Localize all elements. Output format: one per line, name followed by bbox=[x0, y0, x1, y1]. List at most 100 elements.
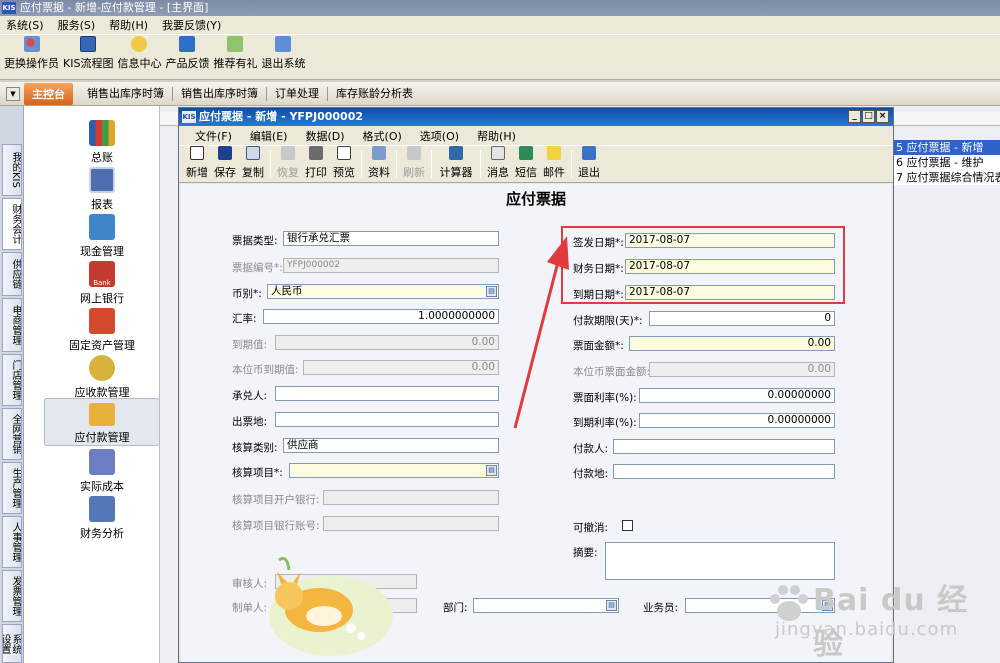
account-bank-label: 核算项目开户银行: bbox=[232, 494, 320, 506]
menu-file[interactable]: 文件(F) bbox=[195, 128, 232, 144]
minimize-button[interactable]: _ bbox=[848, 110, 861, 123]
change-operator-button[interactable]: 更换操作员 bbox=[4, 35, 59, 79]
payer-label: 付款人: bbox=[573, 443, 609, 455]
maximize-button[interactable]: □ bbox=[862, 110, 875, 123]
tab-supply-chain[interactable]: 供应链 bbox=[2, 252, 22, 296]
payer-field[interactable] bbox=[613, 439, 835, 454]
menu-options[interactable]: 选项(O) bbox=[420, 128, 459, 144]
close-button[interactable]: × bbox=[876, 110, 889, 123]
account-category-field[interactable]: 供应商 bbox=[283, 438, 499, 453]
menu-help[interactable]: 帮助(H) bbox=[109, 17, 148, 33]
module-online-bank[interactable]: Bank 网上银行 bbox=[44, 261, 160, 306]
nav-link-order-processing[interactable]: 订单处理 bbox=[267, 86, 328, 101]
menu-data[interactable]: 数据(D) bbox=[305, 128, 344, 144]
toolbar-separator bbox=[270, 150, 271, 178]
referral-gift-button[interactable]: 推荐有礼 bbox=[213, 35, 257, 79]
print-button[interactable]: 打印 bbox=[302, 146, 330, 182]
users-icon bbox=[23, 36, 40, 52]
toolbar-separator bbox=[396, 150, 397, 178]
tab-hr[interactable]: 人事管理 bbox=[2, 516, 22, 568]
exit-button[interactable]: 退出 bbox=[575, 146, 603, 182]
chevron-down-icon[interactable]: ▼ bbox=[6, 86, 20, 101]
tab-production[interactable]: 生产管理 bbox=[2, 462, 22, 514]
tab-ecommerce[interactable]: 电商管理 bbox=[2, 298, 22, 352]
bank-icon: Bank bbox=[89, 261, 115, 287]
new-button[interactable]: 新增 bbox=[183, 146, 211, 182]
face-rate-field[interactable]: 0.00000000 bbox=[639, 388, 835, 403]
lookup-icon[interactable]: ▤ bbox=[486, 286, 497, 297]
menu-help[interactable]: 帮助(H) bbox=[477, 128, 516, 144]
face-rate-label: 票面利率(%): bbox=[573, 392, 637, 404]
calculator-button[interactable]: 计算器 bbox=[435, 146, 477, 182]
product-feedback-button[interactable]: 产品反馈 bbox=[165, 35, 209, 79]
home-tab[interactable]: 主控台 bbox=[24, 82, 73, 105]
nav-link-sales-outbound-2[interactable]: 销售出库序时簿 bbox=[173, 86, 267, 101]
module-general-ledger[interactable]: 总账 bbox=[44, 120, 160, 165]
info-center-button[interactable]: 信息中心 bbox=[117, 35, 161, 79]
module-financial-analysis[interactable]: 财务分析 bbox=[44, 496, 160, 541]
issue-place-field[interactable] bbox=[275, 412, 499, 427]
module-payables[interactable]: 应付款管理 bbox=[44, 398, 160, 446]
menu-service[interactable]: 服务(S) bbox=[58, 17, 96, 33]
pay-place-field[interactable] bbox=[613, 464, 835, 479]
menu-edit[interactable]: 编辑(E) bbox=[250, 128, 288, 144]
exit-icon bbox=[582, 146, 596, 160]
bill-menu-bar: 文件(F) 编辑(E) 数据(D) 格式(O) 选项(O) 帮助(H) bbox=[179, 127, 893, 145]
list-item[interactable]: 6 应付票据 - 维护 bbox=[894, 155, 1000, 170]
flowchart-icon bbox=[80, 36, 97, 52]
kis-flowchart-button[interactable]: KIS流程图 bbox=[63, 35, 113, 79]
truck-icon bbox=[89, 308, 115, 334]
face-amount-field[interactable]: 0.00 bbox=[629, 336, 835, 351]
data-button[interactable]: 资料 bbox=[365, 146, 393, 182]
save-button[interactable]: 保存 bbox=[211, 146, 239, 182]
tab-store[interactable]: 门店管理 bbox=[2, 354, 22, 406]
toolbar-separator bbox=[480, 150, 481, 178]
cancellable-label: 可撤消: bbox=[573, 522, 609, 534]
module-actual-cost[interactable]: 实际成本 bbox=[44, 449, 160, 494]
tab-marketing[interactable]: 全网营销 bbox=[2, 408, 22, 460]
maturity-rate-field[interactable]: 0.00000000 bbox=[639, 413, 835, 428]
module-receivables[interactable]: 应收款管理 bbox=[44, 355, 160, 400]
lookup-icon[interactable]: ▤ bbox=[486, 465, 497, 476]
cancellable-checkbox[interactable] bbox=[622, 520, 633, 531]
undo-button[interactable]: 恢复 bbox=[274, 146, 302, 182]
refresh-button[interactable]: 刷新 bbox=[400, 146, 428, 182]
nav-link-sales-outbound-1[interactable]: 销售出库序时簿 bbox=[79, 86, 173, 101]
department-label: 部门: bbox=[443, 602, 468, 614]
menu-feedback[interactable]: 我要反馈(Y) bbox=[162, 17, 221, 33]
copy-button[interactable]: 复制 bbox=[239, 146, 267, 182]
account-item-field[interactable]: ▤ bbox=[289, 463, 499, 478]
exchange-rate-field[interactable]: 1.0000000000 bbox=[263, 309, 499, 324]
tab-invoice[interactable]: 发票管理 bbox=[2, 570, 22, 622]
preview-button[interactable]: 预览 bbox=[330, 146, 358, 182]
tab-settings[interactable]: 系统设置 bbox=[2, 624, 22, 663]
payment-term-field[interactable]: 0 bbox=[649, 311, 835, 326]
nav-link-inventory-aging[interactable]: 库存账龄分析表 bbox=[328, 87, 421, 101]
due-value-field: 0.00 bbox=[275, 335, 499, 350]
kis-logo-icon: KIS bbox=[2, 2, 16, 14]
department-field[interactable]: ▤ bbox=[473, 598, 619, 613]
tab-my-kis[interactable]: 我的KIS bbox=[2, 144, 22, 196]
mail-button[interactable]: 邮件 bbox=[540, 146, 568, 182]
tab-finance[interactable]: 财务会计 bbox=[2, 198, 22, 250]
list-item[interactable]: 5 应付票据 - 新增 bbox=[894, 140, 1000, 155]
sms-button[interactable]: 短信 bbox=[512, 146, 540, 182]
account-item-label: 核算项目*: bbox=[232, 467, 283, 479]
account-number-field bbox=[323, 516, 499, 531]
message-button[interactable]: 消息 bbox=[484, 146, 512, 182]
exchange-rate-label: 汇率: bbox=[232, 313, 257, 325]
exit-system-button[interactable]: 退出系统 bbox=[261, 35, 305, 79]
money-bag-icon bbox=[89, 355, 115, 381]
menu-system[interactable]: 系统(S) bbox=[6, 17, 44, 33]
menu-format[interactable]: 格式(O) bbox=[363, 128, 402, 144]
acceptor-field[interactable] bbox=[275, 386, 499, 401]
currency-field[interactable]: 人民币 ▤ bbox=[267, 284, 499, 299]
module-fixed-assets[interactable]: 固定资产管理 bbox=[44, 308, 160, 353]
bill-type-field[interactable]: 银行承兑汇票 bbox=[283, 231, 499, 246]
module-reports[interactable]: 报表 bbox=[44, 167, 160, 212]
red-arrow-annotation-icon bbox=[513, 236, 569, 429]
module-cash[interactable]: 现金管理 bbox=[44, 214, 160, 259]
lookup-icon[interactable]: ▤ bbox=[606, 600, 617, 611]
currency-label: 币别*: bbox=[232, 288, 262, 300]
list-item[interactable]: 7 应付票据综合情况表 bbox=[894, 170, 1000, 185]
